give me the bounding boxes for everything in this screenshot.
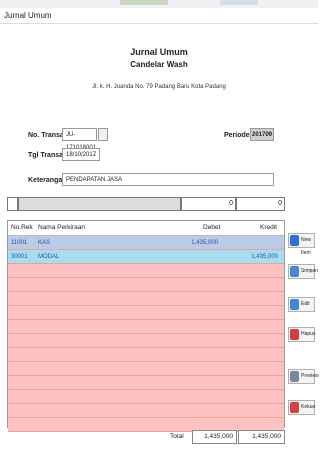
periode-field: 201709 bbox=[250, 128, 274, 141]
table-cell-norek: 11001 bbox=[11, 240, 28, 246]
table-cell-nama: KAS bbox=[38, 240, 51, 246]
kredit-input[interactable]: 0 bbox=[236, 197, 285, 211]
action-label: Preview bbox=[301, 373, 319, 379]
table-cell-nama: MODAL bbox=[38, 254, 60, 260]
window-titlebar: Jurnal Umum bbox=[0, 8, 318, 24]
total-kredit: 1,435,000 bbox=[238, 430, 285, 444]
edit-icon bbox=[290, 299, 299, 310]
screen-top-green-bar bbox=[120, 0, 168, 5]
company-address: Jl. k. H. Juanda No. 79 Padang Baru Kota… bbox=[92, 84, 226, 90]
table-row[interactable]: 11001 KAS 1,435,000 bbox=[8, 236, 284, 250]
new-item-button[interactable]: New Item bbox=[288, 233, 315, 256]
table-header: No.Rek Nama Perkiraan Debet Kredit bbox=[8, 221, 284, 236]
journal-table: No.Rek Nama Perkiraan Debet Kredit 11001… bbox=[7, 220, 285, 432]
header-debet: Debet bbox=[203, 224, 221, 231]
preview-button[interactable]: Preview bbox=[288, 369, 319, 384]
window-title: Jurnal Umum bbox=[4, 11, 52, 20]
tgl-transaksi-field[interactable]: 18/10/2017 ⌄ bbox=[62, 148, 100, 161]
table-row[interactable] bbox=[8, 376, 284, 390]
table-row[interactable] bbox=[8, 404, 284, 418]
save-icon bbox=[290, 266, 299, 277]
screen-top-strip bbox=[0, 0, 318, 8]
totals-bar: Total 1,435,000 1,435,000 bbox=[0, 430, 318, 444]
norek-input[interactable] bbox=[7, 197, 18, 211]
table-row[interactable] bbox=[8, 390, 284, 404]
table-row[interactable] bbox=[8, 334, 284, 348]
action-label: New Item bbox=[301, 237, 312, 256]
new-item-icon bbox=[290, 235, 299, 246]
screen-top-grey-bar bbox=[220, 0, 258, 5]
debet-input[interactable]: 0 bbox=[181, 197, 236, 211]
table-row[interactable] bbox=[8, 306, 284, 320]
header-kredit: Kredit bbox=[260, 224, 277, 231]
table-row[interactable] bbox=[8, 264, 284, 278]
keluar-button[interactable]: Keluar bbox=[288, 400, 315, 415]
table-cell-norek: 30001 bbox=[11, 254, 28, 260]
transaksi-lookup-button[interactable] bbox=[98, 128, 108, 141]
table-row[interactable] bbox=[8, 292, 284, 306]
chevron-down-icon[interactable]: ⌄ bbox=[92, 149, 97, 162]
simpan-button[interactable]: Simpan bbox=[288, 264, 318, 279]
action-label: Simpan bbox=[301, 268, 318, 274]
action-label: Hapus bbox=[301, 331, 316, 337]
table-row[interactable] bbox=[8, 320, 284, 334]
action-label: Edit bbox=[301, 301, 310, 307]
table-row[interactable] bbox=[8, 362, 284, 376]
delete-icon bbox=[290, 329, 299, 340]
transaksi-field[interactable]: JU-171018001 bbox=[62, 128, 97, 151]
total-label: Total bbox=[170, 433, 184, 440]
keterangan-field[interactable]: PENDAPATAN JASA bbox=[62, 173, 274, 186]
table-row[interactable]: 30001 MODAL 1,435,000 bbox=[8, 250, 284, 264]
nama-perkiraan-input[interactable] bbox=[18, 197, 181, 211]
table-row[interactable] bbox=[8, 278, 284, 292]
header-norek: No.Rek bbox=[11, 224, 33, 231]
header-nama: Nama Perkiraan bbox=[38, 224, 85, 231]
exit-icon bbox=[290, 402, 299, 413]
hapus-button[interactable]: Hapus bbox=[288, 327, 315, 342]
edit-button[interactable]: Edit bbox=[288, 297, 315, 312]
preview-icon bbox=[290, 371, 299, 382]
company-name: Candelar Wash bbox=[130, 60, 188, 69]
total-debet: 1,435,000 bbox=[192, 430, 237, 444]
table-row[interactable] bbox=[8, 348, 284, 362]
table-cell-debet: 1,435,000 bbox=[191, 240, 218, 246]
report-title: Jurnal Umum bbox=[130, 47, 188, 57]
table-cell-kredit: 1,435,000 bbox=[251, 254, 278, 260]
action-label: Keluar bbox=[301, 404, 316, 410]
